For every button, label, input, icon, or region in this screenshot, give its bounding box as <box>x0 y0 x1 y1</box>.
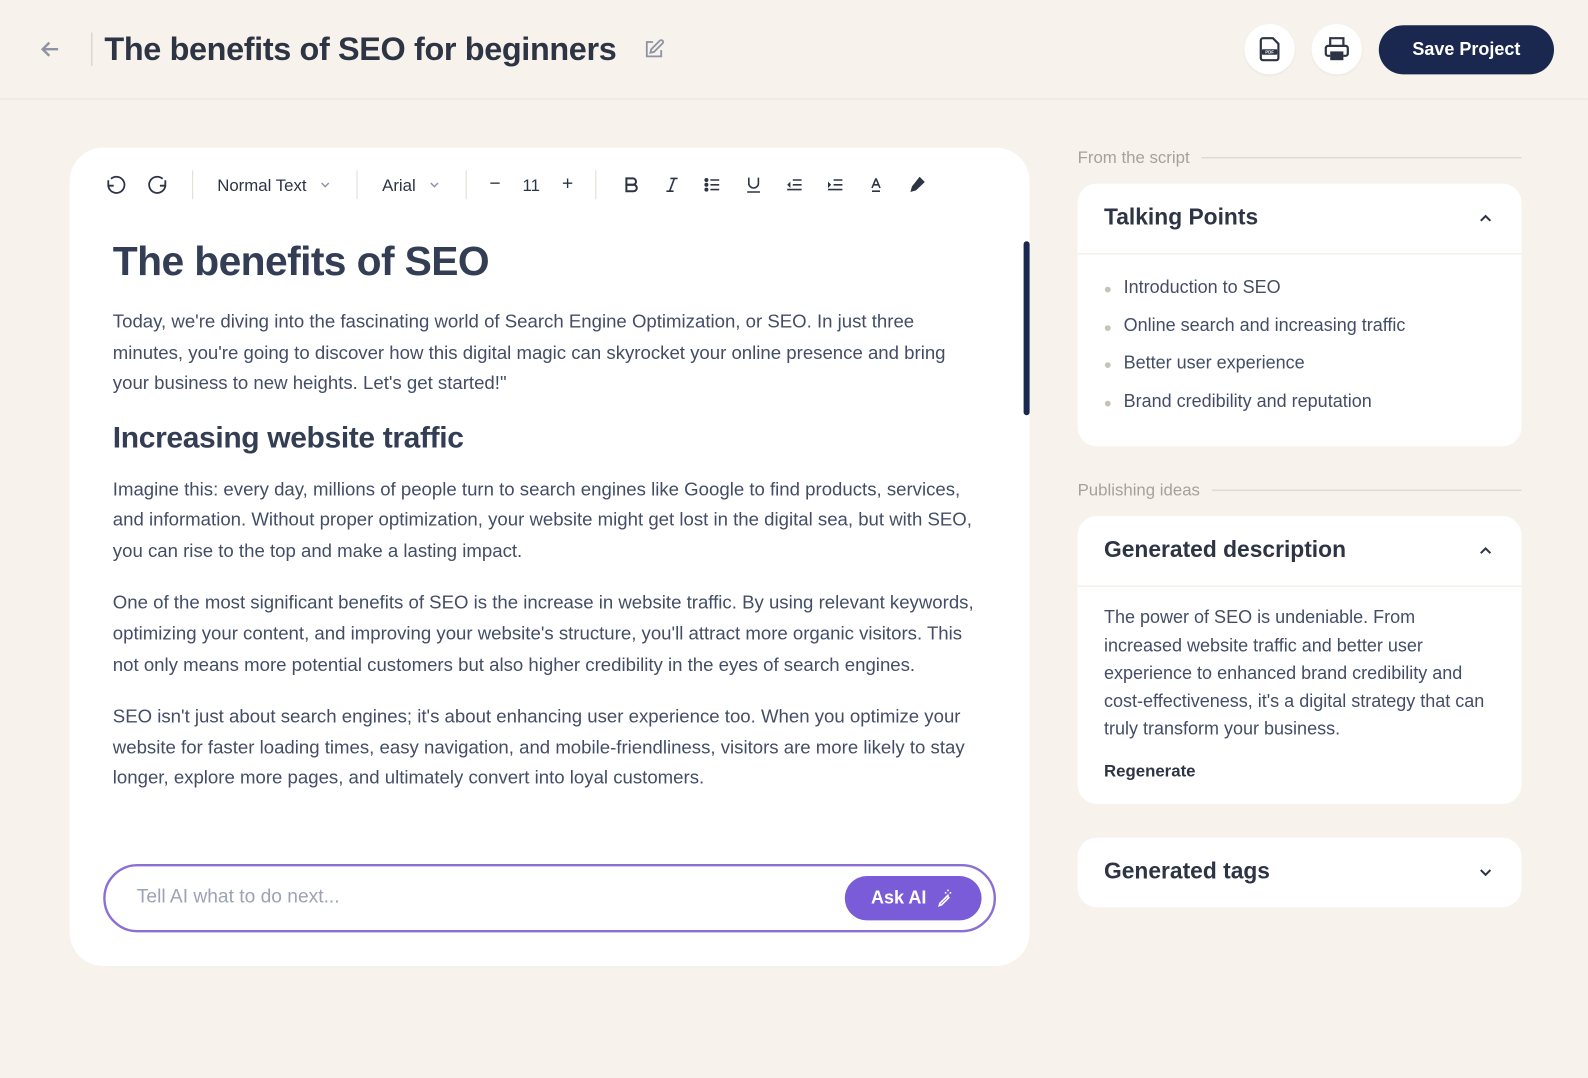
toolbar-separator <box>192 170 193 199</box>
editor-toolbar: Normal Text Arial − 11 + <box>70 148 1030 218</box>
paragraph-style-label: Normal Text <box>217 175 306 194</box>
doc-paragraph: SEO isn't just about search engines; it'… <box>113 702 987 794</box>
italic-button[interactable] <box>654 167 690 203</box>
bold-button[interactable] <box>613 167 649 203</box>
svg-text:PDF: PDF <box>1265 50 1274 55</box>
chevron-up-icon <box>1476 542 1495 561</box>
talking-points-header[interactable]: Talking Points <box>1078 184 1522 255</box>
scrollbar[interactable] <box>1024 241 1030 415</box>
tags-card: Generated tags <box>1078 837 1522 907</box>
chevron-down-icon <box>428 178 442 192</box>
list-item: Introduction to SEO <box>1104 271 1495 309</box>
regenerate-button[interactable]: Regenerate <box>1104 760 1495 779</box>
page-title: The benefits of SEO for beginners <box>104 31 616 68</box>
highlight-button[interactable] <box>899 167 935 203</box>
print-button[interactable] <box>1312 24 1362 74</box>
doc-heading-1: The benefits of SEO <box>113 239 987 286</box>
font-family-select[interactable]: Arial <box>375 175 449 194</box>
underline-button[interactable] <box>736 167 772 203</box>
sidebar-section-label: Publishing ideas <box>1078 480 1522 499</box>
ask-ai-label: Ask AI <box>871 888 926 908</box>
font-size-stepper: − 11 + <box>484 174 578 196</box>
chevron-down-icon <box>1476 862 1495 881</box>
back-arrow-icon[interactable] <box>34 32 68 66</box>
tags-header[interactable]: Generated tags <box>1078 837 1522 907</box>
editor-card: Normal Text Arial − 11 + <box>70 148 1030 966</box>
redo-button[interactable] <box>139 167 175 203</box>
export-pdf-button[interactable]: PDF <box>1244 24 1294 74</box>
font-size-increase[interactable]: + <box>557 174 579 196</box>
card-title: Generated description <box>1104 538 1346 564</box>
text-color-button[interactable] <box>858 167 894 203</box>
list-item: Better user experience <box>1104 347 1495 385</box>
outdent-button[interactable] <box>776 167 812 203</box>
header-divider <box>91 32 92 66</box>
chevron-up-icon <box>1476 209 1495 228</box>
paragraph-style-select[interactable]: Normal Text <box>210 175 340 194</box>
chevron-down-icon <box>319 178 333 192</box>
bullet-list-button[interactable] <box>695 167 731 203</box>
description-card: Generated description The power of SEO i… <box>1078 516 1522 803</box>
toolbar-separator <box>595 170 596 199</box>
indent-button[interactable] <box>817 167 853 203</box>
talking-points-list: Introduction to SEO Online search and in… <box>1104 271 1495 423</box>
description-header[interactable]: Generated description <box>1078 516 1522 587</box>
font-size-value: 11 <box>523 175 540 194</box>
description-text: The power of SEO is undeniable. From inc… <box>1104 604 1495 744</box>
ai-prompt-input[interactable] <box>137 887 845 909</box>
doc-paragraph: Imagine this: every day, millions of peo… <box>113 475 987 567</box>
save-project-button[interactable]: Save Project <box>1379 25 1554 74</box>
toolbar-separator <box>357 170 358 199</box>
ask-ai-button[interactable]: Ask AI <box>845 876 982 920</box>
doc-paragraph: Today, we're diving into the fascinating… <box>113 307 987 399</box>
toolbar-separator <box>466 170 467 199</box>
magic-wand-icon <box>936 888 955 907</box>
editor-content[interactable]: The benefits of SEO Today, we're diving … <box>70 217 1030 840</box>
list-item: Brand credibility and reputation <box>1104 385 1495 423</box>
card-title: Generated tags <box>1104 859 1270 885</box>
doc-heading-2: Increasing website traffic <box>113 421 987 456</box>
edit-title-icon[interactable] <box>643 38 665 60</box>
doc-paragraph: One of the most significant benefits of … <box>113 588 987 680</box>
ai-prompt-bar: Ask AI <box>103 864 996 932</box>
font-family-label: Arial <box>382 175 416 194</box>
talking-points-card: Talking Points Introduction to SEO Onlin… <box>1078 184 1522 447</box>
undo-button[interactable] <box>98 167 134 203</box>
card-title: Talking Points <box>1104 205 1258 231</box>
sidebar-section-label: From the script <box>1078 148 1522 167</box>
font-size-decrease[interactable]: − <box>484 174 506 196</box>
list-item: Online search and increasing traffic <box>1104 309 1495 347</box>
sidebar: From the script Talking Points Introduct… <box>1078 148 1522 966</box>
